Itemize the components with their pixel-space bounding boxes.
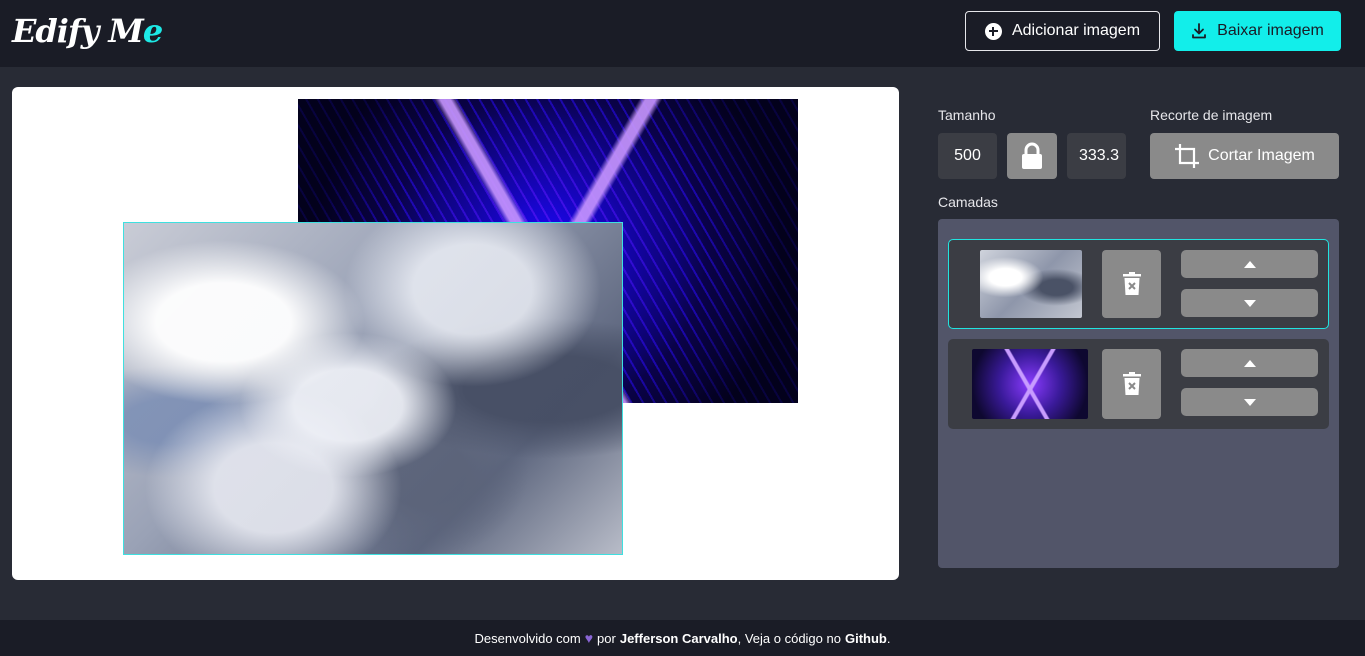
layer-thumbnail [980, 250, 1082, 318]
arrow-up-icon [1243, 359, 1256, 367]
download-image-button[interactable]: Baixar imagem [1174, 11, 1341, 51]
delete-layer-button[interactable] [1102, 250, 1161, 318]
move-layer-down-button[interactable] [1181, 289, 1318, 317]
logo-text: Edify M [12, 12, 144, 50]
move-layer-down-button[interactable] [1181, 388, 1318, 416]
layers-label: Camadas [938, 194, 998, 210]
width-input[interactable]: 500 [938, 133, 997, 179]
author-link[interactable]: Jefferson Carvalho [620, 631, 738, 646]
canvas-layer-clouds[interactable] [123, 222, 623, 555]
trash-icon [1122, 372, 1141, 395]
layer-item-purple-tunnel[interactable] [948, 339, 1329, 429]
download-image-label: Baixar imagem [1217, 22, 1324, 39]
arrow-down-icon [1243, 398, 1256, 406]
arrow-down-icon [1243, 299, 1256, 307]
move-layer-up-button[interactable] [1181, 250, 1318, 278]
height-input[interactable]: 333.3 [1067, 133, 1126, 179]
crop-image-label: Cortar Imagem [1208, 147, 1315, 164]
add-image-label: Adicionar imagem [1011, 22, 1141, 39]
move-layer-up-button[interactable] [1181, 349, 1318, 377]
delete-layer-button[interactable] [1102, 349, 1161, 419]
layers-panel [938, 219, 1339, 568]
footer-suffix: . [886, 630, 891, 646]
plus-circle-icon [984, 22, 1002, 40]
layer-item-clouds[interactable] [948, 239, 1329, 329]
aspect-lock-button[interactable] [1007, 133, 1057, 179]
header: Edify Me Adicionar imagem Baixar imagem [0, 0, 1365, 67]
crop-image-button[interactable]: Cortar Imagem [1150, 133, 1339, 179]
arrow-up-icon [1243, 260, 1256, 268]
footer-prefix: Desenvolvido com [474, 630, 581, 646]
logo-accent: e [142, 12, 163, 50]
editor-canvas[interactable] [12, 87, 899, 580]
crop-section-label: Recorte de imagem [1150, 107, 1273, 123]
footer: Desenvolvido com ♥ por Jefferson Carvalh… [0, 620, 1365, 656]
add-image-button[interactable]: Adicionar imagem [965, 11, 1160, 51]
layer-thumbnail [972, 349, 1088, 419]
footer-by: por [597, 630, 616, 646]
heart-icon: ♥ [584, 630, 594, 646]
footer-middle: , Veja o código no [737, 630, 841, 646]
download-icon [1192, 23, 1207, 39]
size-label: Tamanho [938, 107, 996, 123]
lock-icon [1022, 142, 1042, 169]
crop-icon [1175, 144, 1200, 168]
github-link[interactable]: Github [845, 631, 887, 646]
app-logo[interactable]: Edify Me [12, 12, 163, 56]
trash-icon [1122, 272, 1141, 295]
